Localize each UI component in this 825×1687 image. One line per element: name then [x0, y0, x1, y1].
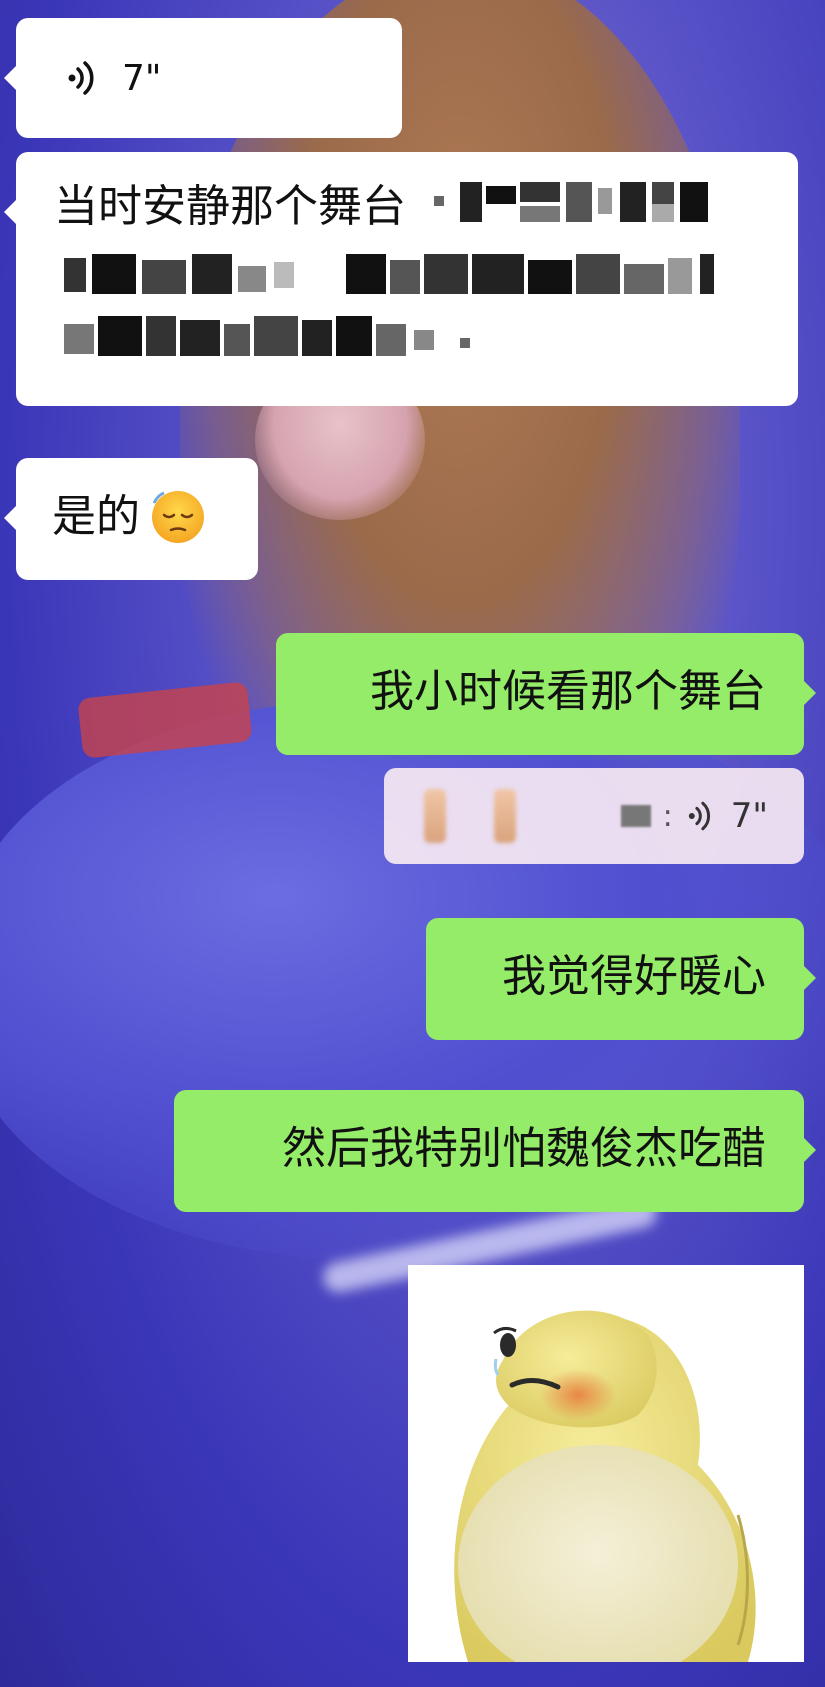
blurred-avatar [424, 789, 446, 843]
message-text: 当时安静那个舞台 [54, 181, 406, 232]
separator-dot: : [662, 798, 673, 834]
voice-duration: 7" [122, 57, 162, 99]
sad-penguin-icon [454, 1310, 756, 1662]
mosaic-censored-line-3 [64, 310, 504, 364]
quoted-voice-duration: 7" [730, 796, 768, 836]
quoted-sender-blurred [424, 789, 516, 843]
outgoing-text-message[interactable]: 我小时候看那个舞台 [276, 633, 816, 755]
quoted-voice-reference[interactable]: : 7" [384, 768, 804, 864]
message-text: 我觉得好暖心 [502, 951, 766, 1002]
incoming-text-message-emoji[interactable]: 是的 [4, 458, 258, 580]
mosaic-censored-line-2 [64, 248, 764, 302]
incoming-text-message[interactable]: 当时安静那个舞台 [4, 152, 798, 406]
outgoing-text-message[interactable]: 然后我特别怕魏俊杰吃醋 [174, 1090, 816, 1212]
message-text: 是的 [52, 491, 140, 542]
message-text: 然后我特别怕魏俊杰吃醋 [282, 1123, 766, 1174]
blurred-name [494, 789, 516, 843]
outgoing-text-message[interactable]: 我觉得好暖心 [426, 918, 816, 1040]
voice-wave-icon [68, 61, 94, 95]
sad-penguin-sticker[interactable] [408, 1265, 804, 1662]
mosaic-censored-line-1 [434, 178, 724, 241]
pensive-face-emoji [152, 491, 204, 543]
voice-wave-icon [688, 801, 710, 831]
message-text: 我小时候看那个舞台 [370, 666, 766, 717]
blurred-label [620, 805, 651, 827]
incoming-voice-message[interactable]: 7" [4, 18, 402, 138]
